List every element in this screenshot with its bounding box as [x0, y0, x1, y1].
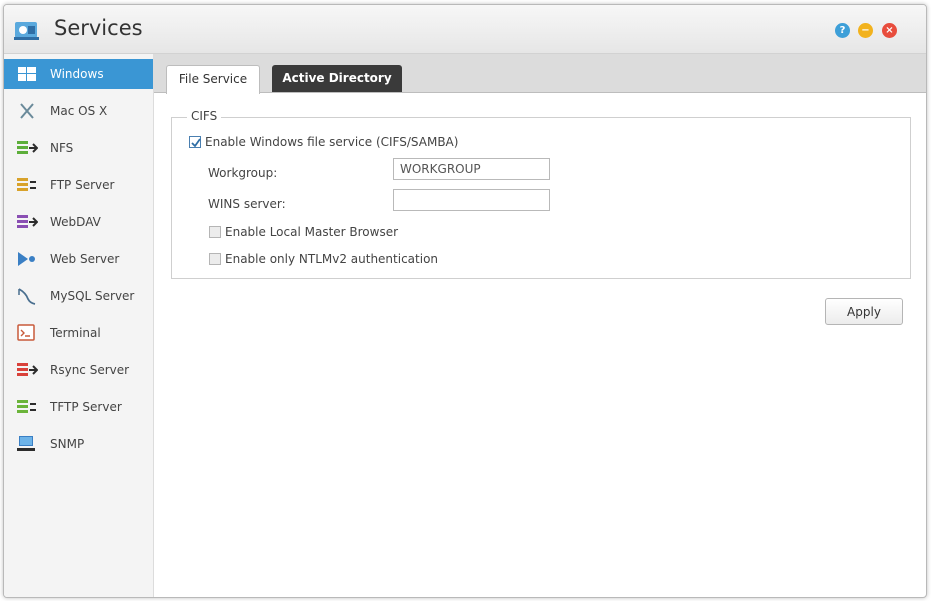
snmp-icon: [17, 436, 35, 451]
enable-cifs-checkbox[interactable]: [189, 136, 201, 148]
ftp-server-icon: [17, 178, 36, 191]
tab-active-directory[interactable]: Active Directory: [272, 65, 402, 92]
webdav-icon: [17, 215, 38, 228]
web-server-icon: [18, 252, 35, 266]
title-bar: Services ? − ×: [4, 5, 926, 54]
windows-icon: [18, 67, 36, 81]
wins-server-input[interactable]: [393, 189, 550, 211]
sidebar-item-webdav[interactable]: WebDAV: [4, 207, 153, 237]
tftp-server-icon: [17, 400, 36, 413]
sidebar-item-label: Windows: [50, 67, 104, 81]
ntlmv2-checkbox[interactable]: [209, 253, 221, 265]
cifs-legend: CIFS: [187, 109, 222, 123]
ntlmv2-label: Enable only NTLMv2 authentication: [225, 252, 439, 266]
local-master-browser-checkbox[interactable]: [209, 226, 221, 238]
sidebar-item-label: MySQL Server: [50, 289, 135, 303]
sidebar-item-web-server[interactable]: Web Server: [4, 244, 153, 274]
close-icon: ×: [885, 25, 894, 36]
sidebar-item-label: TFTP Server: [50, 400, 122, 414]
sidebar-item-terminal[interactable]: Terminal: [4, 318, 153, 348]
minimize-button[interactable]: −: [858, 23, 873, 38]
enable-cifs-label: Enable Windows file service (CIFS/SAMBA): [205, 135, 459, 149]
tab-file-service[interactable]: File Service: [166, 65, 260, 94]
apply-button[interactable]: Apply: [825, 298, 903, 325]
window-title: Services: [54, 16, 143, 40]
sidebar-item-windows[interactable]: Windows: [4, 59, 153, 89]
tab-bar: File Service Active Directory: [154, 54, 926, 94]
workgroup-input[interactable]: [393, 158, 550, 180]
mysql-icon: [18, 288, 36, 305]
close-button[interactable]: ×: [882, 23, 897, 38]
rsync-icon: [17, 363, 38, 376]
terminal-icon: [17, 324, 35, 341]
sidebar-item-label: Terminal: [50, 326, 101, 340]
sidebar-item-label: WebDAV: [50, 215, 101, 229]
minimize-icon: −: [861, 25, 870, 36]
sidebar-item-label: FTP Server: [50, 178, 115, 192]
sidebar-item-mysql-server[interactable]: MySQL Server: [4, 281, 153, 311]
local-master-browser-label: Enable Local Master Browser: [225, 225, 399, 239]
mac-os-x-icon: [20, 103, 34, 119]
help-button[interactable]: ?: [835, 23, 850, 38]
services-window: Services ? − × Windows Mac OS X NFS FTP …: [3, 4, 927, 598]
services-app-icon: [14, 22, 39, 40]
nfs-icon: [17, 141, 38, 154]
sidebar-item-rsync-server[interactable]: Rsync Server: [4, 355, 153, 385]
wins-server-label: WINS server:: [208, 197, 286, 211]
sidebar-item-tftp-server[interactable]: TFTP Server: [4, 392, 153, 422]
sidebar-item-label: Rsync Server: [50, 363, 130, 377]
help-icon: ?: [839, 25, 846, 36]
sidebar-item-mac-os-x[interactable]: Mac OS X: [4, 96, 153, 126]
sidebar-item-ftp-server[interactable]: FTP Server: [4, 170, 153, 200]
sidebar-item-snmp[interactable]: SNMP: [4, 429, 153, 459]
sidebar-item-label: Mac OS X: [50, 104, 108, 118]
sidebar-item-label: Web Server: [50, 252, 120, 266]
checkmark-icon: [191, 138, 201, 148]
sidebar: Windows Mac OS X NFS FTP Server WebDAV W…: [4, 54, 154, 597]
sidebar-item-label: SNMP: [50, 437, 85, 451]
workgroup-label: Workgroup:: [208, 166, 278, 180]
sidebar-item-label: NFS: [50, 141, 74, 155]
sidebar-item-nfs[interactable]: NFS: [4, 133, 153, 163]
